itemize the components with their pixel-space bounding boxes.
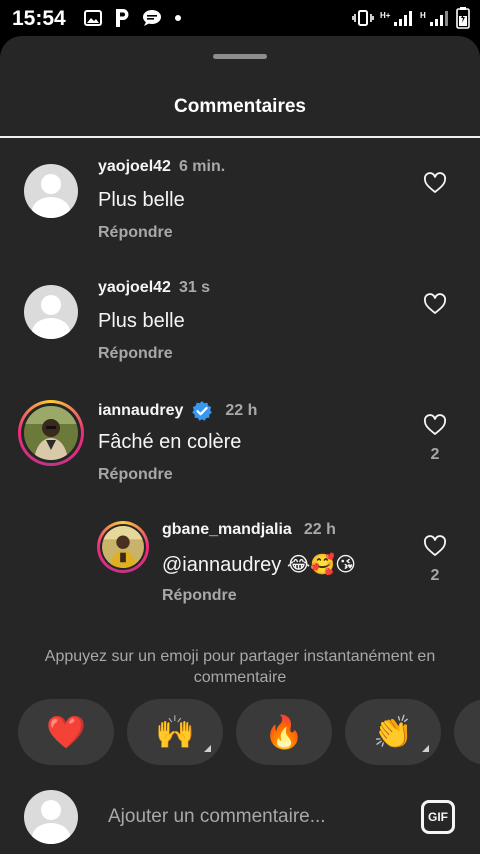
status-system-icons: H+ H (352, 7, 470, 29)
battery-icon (456, 7, 470, 29)
like-count: 2 (430, 567, 440, 584)
comments-sheet: Commentaires yaojoel42 6 min. Plus belle… (0, 36, 480, 854)
like-heart-icon[interactable] (423, 171, 447, 195)
emoji-raised-hands-button[interactable]: 🙌 (127, 699, 223, 765)
svg-text:H: H (420, 11, 426, 20)
emoji-quick-bar: ❤️ 🙌 🔥 👏 (18, 699, 480, 765)
comment-username[interactable]: gbane_mandjalia (162, 521, 292, 539)
p-app-icon (116, 9, 129, 27)
status-notification-icons (84, 8, 182, 28)
comment-text: Plus belle (98, 310, 185, 332)
title-divider (0, 136, 480, 138)
story-avatar[interactable] (97, 521, 149, 573)
reply-button[interactable]: Répondre (98, 466, 173, 484)
comment-composer: Ajouter un commentaire... GIF (0, 778, 480, 854)
status-time: 15:54 (12, 7, 66, 30)
comment-input[interactable]: Ajouter un commentaire... (108, 806, 326, 828)
gif-button[interactable]: GIF (421, 800, 455, 834)
comment-time: 31 s (178, 279, 211, 296)
comment-text: Plus belle (98, 189, 185, 211)
svg-text:H+: H+ (380, 11, 391, 20)
avatar[interactable] (24, 164, 78, 218)
vibrate-icon (352, 10, 374, 26)
profile-photo (24, 406, 78, 460)
like-count: 2 (430, 446, 440, 463)
comment-header: yaojoel42 31 s (98, 279, 210, 297)
comment-time: 6 min. (178, 158, 226, 175)
sheet-drag-handle[interactable] (213, 54, 267, 59)
like-heart-icon[interactable] (423, 292, 447, 316)
comment-header: iannaudrey 22 h (98, 400, 257, 422)
clapping-hands-emoji: 👏 (373, 714, 413, 750)
signal-h-plus-icon: H+ (380, 11, 412, 26)
comment-item: iannaudrey 22 h Fâché en colère Répondre… (0, 388, 480, 508)
emoji-more-button[interactable] (454, 699, 480, 765)
comment-username[interactable]: yaojoel42 (98, 279, 171, 297)
dot-icon (175, 15, 181, 21)
red-heart-emoji: ❤️ (46, 714, 86, 750)
comment-header: gbane_mandjalia 22 h (162, 521, 336, 539)
status-bar: 15:54 H+ H (0, 0, 480, 36)
fire-emoji: 🔥 (264, 714, 304, 750)
reply-button[interactable]: Répondre (98, 345, 173, 363)
comment-time: 22 h (225, 402, 258, 419)
comment-username[interactable]: iannaudrey (98, 402, 183, 420)
raised-hands-emoji: 🙌 (155, 714, 195, 750)
emoji-heart-button[interactable]: ❤️ (18, 699, 114, 765)
emoji-fire-button[interactable]: 🔥 (236, 699, 332, 765)
profile-photo (102, 526, 144, 568)
skin-tone-indicator-icon (422, 745, 429, 752)
story-avatar[interactable] (18, 400, 84, 466)
sheet-title: Commentaires (174, 96, 306, 117)
skin-tone-indicator-icon (204, 745, 211, 752)
reply-button[interactable]: Répondre (162, 587, 237, 605)
signal-h-icon: H (420, 11, 448, 26)
comment-item: yaojoel42 31 s Plus belle Répondre (0, 267, 480, 387)
comment-time: 22 h (303, 521, 336, 538)
like-heart-icon[interactable] (423, 534, 447, 558)
avatar[interactable] (24, 285, 78, 339)
comment-text: Fâché en colère (98, 431, 242, 453)
reply-button[interactable]: Répondre (98, 224, 173, 242)
emoji-hint: Appuyez sur un emoji pour partager insta… (44, 648, 436, 686)
chat-bubble-icon (143, 10, 161, 26)
reply-comment-item: gbane_mandjalia 22 h @iannaudrey 😂🥰😘 Rép… (0, 509, 480, 629)
like-heart-icon[interactable] (423, 413, 447, 437)
comment-text: @iannaudrey 😂🥰😘 (162, 554, 356, 576)
comment-item: yaojoel42 6 min. Plus belle Répondre (0, 146, 480, 266)
verified-badge-icon (192, 401, 213, 421)
emoji-clapping-button[interactable]: 👏 (345, 699, 441, 765)
comment-username[interactable]: yaojoel42 (98, 158, 171, 176)
comment-header: yaojoel42 6 min. (98, 158, 225, 176)
current-user-avatar (24, 790, 78, 844)
image-icon (84, 10, 102, 26)
